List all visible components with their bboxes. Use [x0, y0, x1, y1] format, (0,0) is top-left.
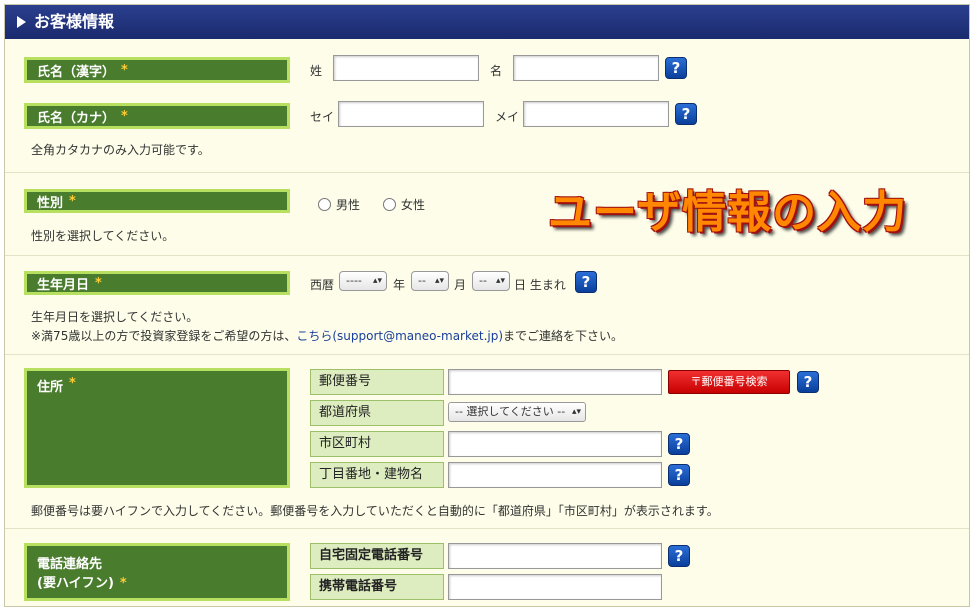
gender-female-radio[interactable] [383, 198, 396, 211]
required-mark: * [119, 576, 127, 591]
required-mark: * [69, 193, 76, 209]
support-email-link[interactable]: こちら(support@maneo-market.jp) [296, 329, 503, 343]
gender-note: 性別を選択してください。 [31, 229, 175, 243]
birthdate-label: 生年月日 * [24, 271, 290, 295]
age-notice: ※満75歳以上の方で投資家登録をご希望の方は、こちら(support@maneo… [31, 329, 624, 343]
help-icon[interactable]: ? [668, 433, 690, 455]
section-header: お客様情報 [5, 5, 969, 39]
name-kanji-label: 氏名（漢字） * [24, 57, 290, 83]
name-kana-label: 氏名（カナ） * [24, 103, 290, 129]
mobile-phone-label: 携帯電話番号 [310, 574, 444, 600]
birthdate-note: 生年月日を選択してください。 [31, 310, 199, 324]
help-icon[interactable]: ? [575, 271, 597, 293]
address-label: 住所 * [24, 368, 290, 488]
prefecture-select[interactable]: -- 選択してください -- ▴▾ [448, 402, 586, 422]
gender-male-label[interactable]: 男性 [336, 196, 360, 213]
select-arrows-icon: ▴▾ [372, 276, 382, 286]
first-name-label: 名 [490, 64, 503, 78]
first-name-kanji-input[interactable] [513, 55, 659, 81]
home-phone-input[interactable] [448, 543, 662, 569]
select-arrows-icon: ▴▾ [495, 276, 505, 286]
help-icon[interactable]: ? [668, 545, 690, 567]
last-name-kanji-input[interactable] [333, 55, 479, 81]
required-mark: * [121, 108, 128, 124]
last-name-label: 姓 [310, 64, 323, 78]
last-name-kana-input[interactable] [338, 101, 484, 127]
month-suffix: 月 [454, 278, 467, 292]
divider [5, 255, 969, 256]
birth-year-select[interactable]: ---- ▴▾ [339, 271, 387, 291]
section-title: お客様情報 [34, 12, 115, 31]
required-mark: * [95, 275, 102, 291]
postal-code-input[interactable] [448, 369, 662, 395]
last-name-kana-label: セイ [310, 110, 335, 124]
divider [5, 172, 969, 173]
required-mark: * [121, 62, 128, 78]
birth-month-select[interactable]: -- ▴▾ [411, 271, 449, 291]
select-arrows-icon: ▴▾ [571, 407, 581, 417]
address-note: 郵便番号は要ハイフンで入力してください。郵便番号を入力していただくと自動的に「都… [31, 504, 719, 518]
help-icon[interactable]: ? [797, 371, 819, 393]
home-phone-label: 自宅固定電話番号 [310, 543, 444, 569]
select-arrows-icon: ▴▾ [434, 276, 444, 286]
street-label: 丁目番地・建物名 [310, 462, 444, 488]
day-suffix: 日 生まれ [514, 278, 566, 292]
prefecture-label: 都道府県 [310, 400, 444, 426]
help-icon[interactable]: ? [668, 464, 690, 486]
year-suffix: 年 [393, 278, 406, 292]
postal-code-label: 郵便番号 [310, 369, 444, 395]
divider [5, 528, 969, 529]
era-label: 西暦 [310, 278, 335, 292]
street-input[interactable] [448, 462, 662, 488]
required-mark: * [69, 376, 76, 391]
phone-label: 電話連絡先 (要ハイフン) * [24, 543, 290, 601]
city-input[interactable] [448, 431, 662, 457]
first-name-kana-input[interactable] [523, 101, 669, 127]
kana-note: 全角カタカナのみ入力可能です。 [31, 143, 210, 157]
birth-day-select[interactable]: -- ▴▾ [472, 271, 510, 291]
banner-title: ユーザ情報の入力 [548, 187, 908, 238]
gender-label: 性別 * [24, 189, 290, 213]
gender-female-label[interactable]: 女性 [401, 196, 425, 213]
divider [5, 354, 969, 355]
help-icon[interactable]: ? [665, 57, 687, 79]
city-label: 市区町村 [310, 431, 444, 457]
postal-search-button[interactable]: 〒郵便番号検索 [668, 370, 790, 394]
first-name-kana-label: メイ [495, 110, 520, 124]
triangle-right-icon [17, 16, 26, 28]
gender-male-radio[interactable] [318, 198, 331, 211]
mobile-phone-input[interactable] [448, 574, 662, 600]
help-icon[interactable]: ? [675, 103, 697, 125]
